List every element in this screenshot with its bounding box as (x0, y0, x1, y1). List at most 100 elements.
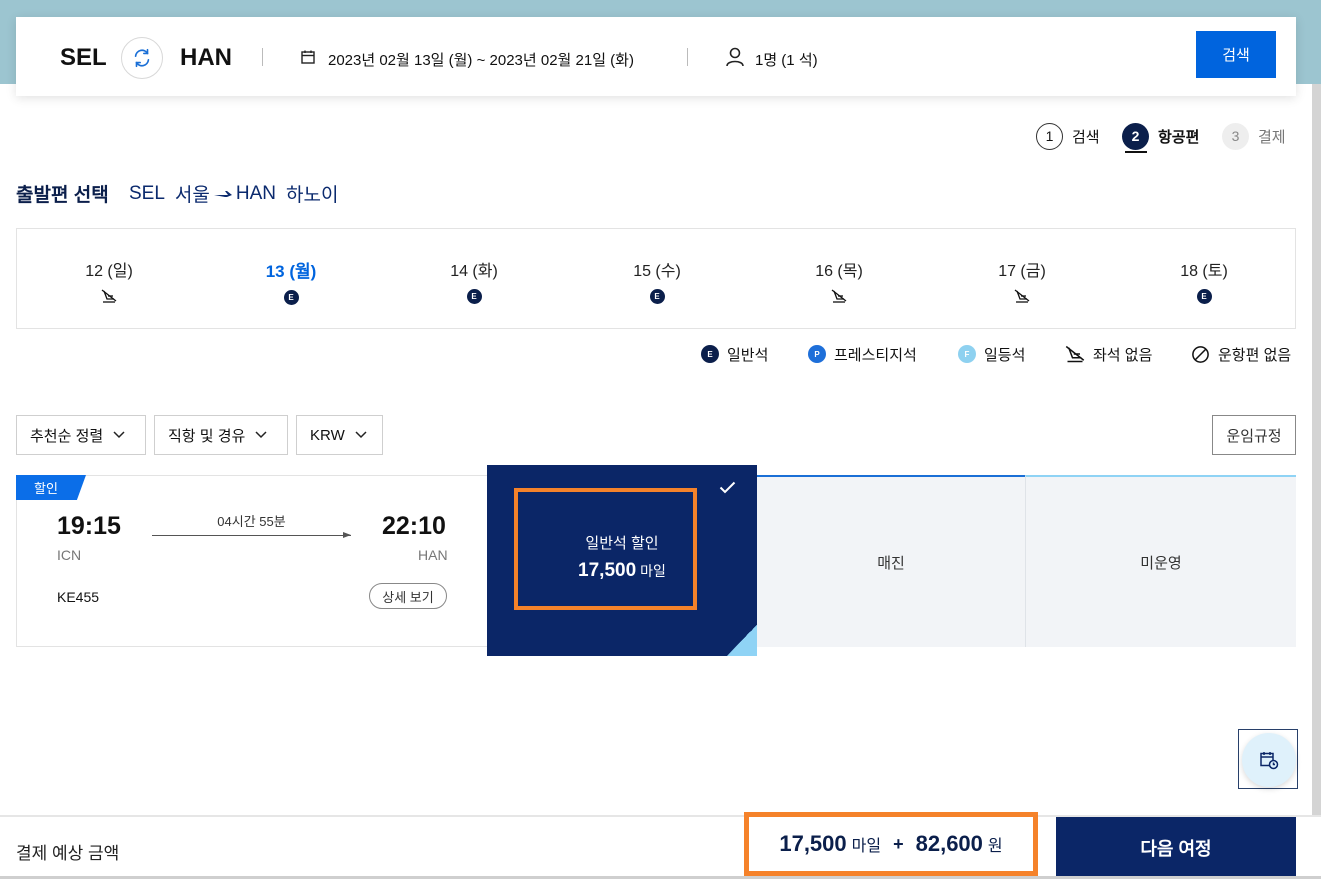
date-label: 13 (월) (265, 262, 317, 281)
no-seat-icon (101, 289, 117, 303)
origin-code[interactable]: SEL (60, 44, 107, 72)
date-label: 16 (목) (815, 263, 863, 280)
fare-option-unavailable: 미운영 (1025, 475, 1296, 647)
arrival-airport: HAN (418, 547, 448, 563)
currency-dropdown[interactable]: KRW (296, 415, 383, 455)
economy-available-icon: E (466, 288, 482, 304)
divider (687, 48, 688, 66)
no-seat-icon (1065, 345, 1085, 363)
legend-prestige: P 프레스티지석 (808, 343, 917, 365)
economy-available-icon: E (1196, 288, 1212, 304)
date-option[interactable]: 15 (수) E (597, 257, 717, 304)
calendar-fab-button[interactable] (1242, 733, 1296, 787)
route-to-city: 하노이 (286, 185, 339, 206)
active-step-underline (1125, 151, 1147, 153)
sort-dropdown-label: 추천순 정렬 (30, 427, 104, 445)
stops-dropdown[interactable]: 직항 및 경유 (154, 415, 288, 455)
total-miles-unit: 마일 (851, 838, 882, 855)
sort-dropdown[interactable]: 추천순 정렬 (16, 415, 146, 455)
highlight-box (514, 488, 697, 610)
route-summary: SEL 서울 HAN 하노이 (129, 180, 338, 207)
flight-number: KE455 (57, 589, 100, 605)
arrival-time: 22:10 (382, 512, 446, 540)
departure-time: 19:15 (57, 512, 121, 540)
duration-line (152, 535, 351, 536)
step-label: 결제 (1258, 128, 1286, 146)
estimated-total-label: 결제 예상 금액 (16, 844, 120, 863)
calendar-clock-icon (1260, 752, 1279, 770)
chevron-down-icon (355, 431, 367, 439)
step-label: 검색 (1072, 128, 1100, 146)
fare-option-soldout: 매진 (757, 475, 1025, 647)
duration-arrow-icon (343, 532, 351, 538)
plane-arrow-icon (213, 186, 232, 202)
step-flights: 2 항공편 (1122, 122, 1199, 150)
step-payment: 3 결제 (1222, 122, 1286, 150)
departure-airport: ICN (57, 547, 82, 563)
date-label: 12 (일) (85, 263, 133, 280)
page-title: 출발편 선택 (16, 185, 109, 206)
legend-no-flight: 운항편 없음 (1191, 343, 1291, 365)
legend-economy: E 일반석 (701, 343, 768, 365)
economy-available-icon: E (283, 289, 299, 305)
prestige-icon: P (808, 345, 826, 363)
calendar-icon (300, 49, 316, 70)
date-option[interactable]: 18 (토) E (1144, 257, 1264, 304)
scrollbar[interactable] (1312, 84, 1321, 824)
date-option[interactable]: 12 (일) (49, 257, 169, 304)
no-flight-icon (1192, 345, 1209, 363)
economy-icon: E (701, 345, 719, 363)
passenger-count[interactable]: 1명 (1 석) (755, 49, 818, 70)
date-selector: 12 (일) 13 (월) E 14 (화) E 15 (수) E 16 (목)… (16, 228, 1296, 329)
date-option[interactable]: 14 (화) E (414, 257, 534, 304)
search-summary-bar: SEL HAN 2023년 02월 13일 (월) ~ 2023년 02월 21… (16, 17, 1296, 96)
fare-status: 매진 (877, 554, 905, 572)
fare-rules-button[interactable]: 운임규정 (1212, 415, 1296, 455)
step-number: 1 (1036, 122, 1063, 150)
estimated-total: 17,500 마일 + 82,600 원 (744, 812, 1038, 876)
route-from-city: 서울 (174, 185, 210, 206)
swap-route-button[interactable] (121, 37, 163, 79)
destination-code[interactable]: HAN (180, 44, 232, 72)
legend-label: 좌석 없음 (1093, 346, 1153, 364)
no-seat-icon (1014, 289, 1030, 303)
legend-label: 일반석 (727, 346, 769, 364)
flight-duration: 04시간 55분 (217, 514, 286, 529)
step-number: 2 (1122, 122, 1149, 150)
step-label: 항공편 (1158, 128, 1200, 146)
swap-icon (134, 48, 150, 68)
economy-available-icon: E (649, 288, 665, 304)
travel-dates[interactable]: 2023년 02월 13일 (월) ~ 2023년 02월 21일 (화) (328, 49, 634, 70)
fare-status: 미운영 (1140, 554, 1182, 572)
total-won-unit: 원 (987, 838, 1003, 855)
total-miles: 17,500 (779, 831, 847, 856)
date-label: 14 (화) (450, 263, 498, 280)
first-class-icon: F (958, 345, 976, 363)
date-label: 17 (금) (998, 263, 1046, 280)
date-option[interactable]: 17 (금) (962, 257, 1082, 304)
route-from-code: SEL (129, 182, 165, 204)
no-seat-icon (831, 289, 847, 303)
date-label: 15 (수) (633, 263, 681, 280)
stops-dropdown-label: 직항 및 경유 (168, 427, 246, 445)
currency-dropdown-label: KRW (310, 426, 345, 444)
chevron-down-icon (113, 431, 125, 439)
date-option[interactable]: 16 (목) (779, 257, 899, 304)
search-button[interactable]: 검색 (1196, 31, 1276, 78)
person-icon (724, 46, 746, 73)
legend-label: 일등석 (984, 346, 1026, 364)
next-journey-button[interactable]: 다음 여정 (1056, 817, 1296, 879)
divider (262, 48, 263, 66)
legend-label: 운항편 없음 (1218, 346, 1292, 364)
route-to-code: HAN (235, 182, 277, 204)
legend-first: F 일등석 (958, 343, 1025, 365)
check-icon (719, 481, 736, 499)
chevron-down-icon (255, 431, 267, 439)
plus-sign: + (893, 833, 904, 854)
legend-no-seat: 좌석 없음 (1065, 343, 1152, 365)
date-option-selected[interactable]: 13 (월) E (231, 257, 351, 305)
date-label: 18 (토) (1180, 263, 1228, 280)
flight-details-button[interactable]: 상세 보기 (369, 583, 447, 609)
step-search: 1 검색 (1036, 122, 1100, 150)
legend-label: 프레스티지석 (834, 346, 917, 364)
